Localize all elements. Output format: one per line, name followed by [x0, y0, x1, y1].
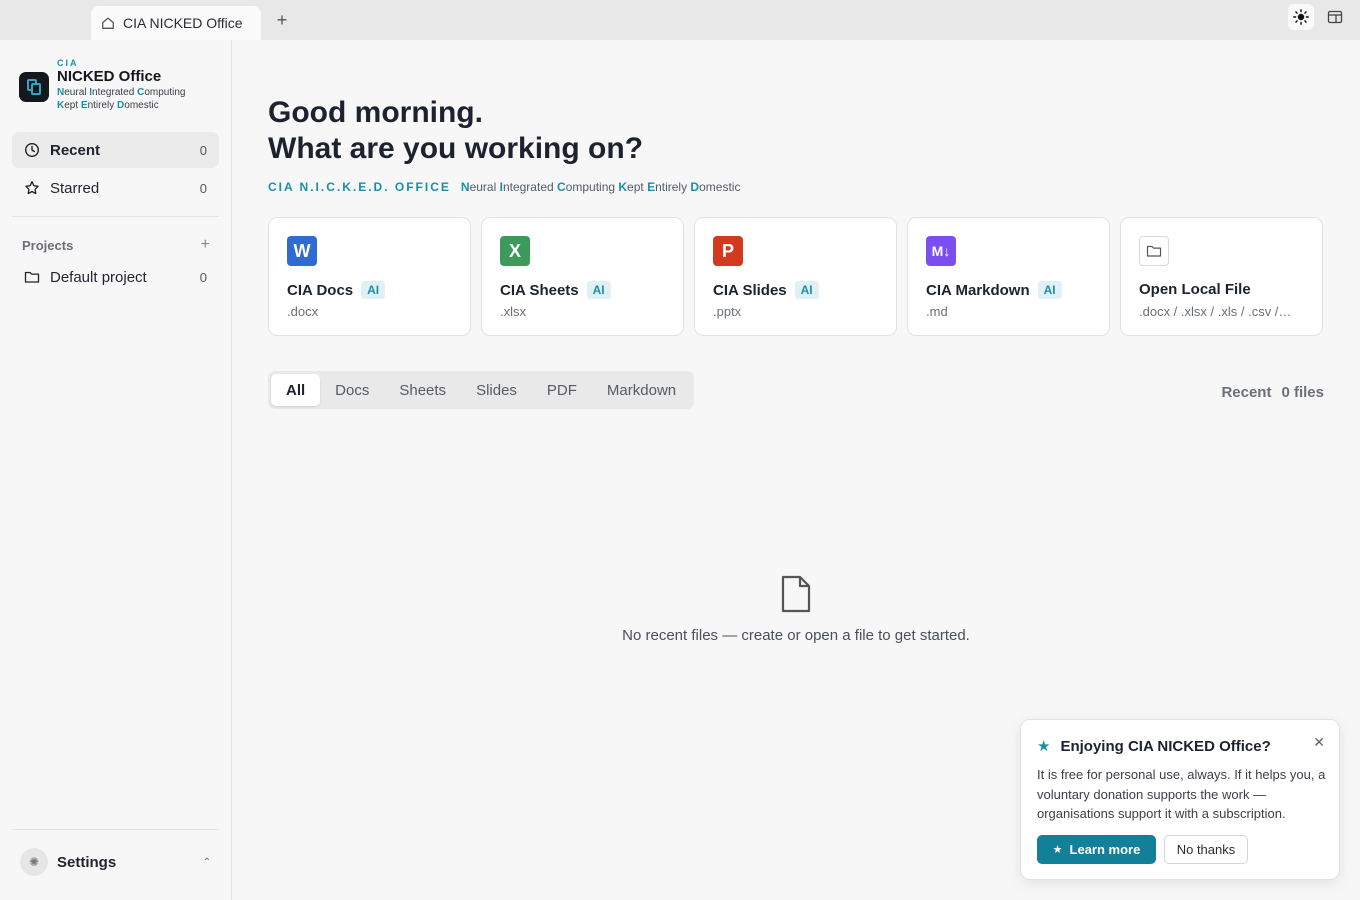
card-cia-markdown[interactable]: M↓ CIA Markdown AI .md — [907, 217, 1110, 336]
recent-count: 0 files — [1281, 384, 1324, 401]
star-icon: ★ — [1037, 738, 1051, 755]
gear-icon: ✺ — [20, 848, 48, 876]
clock-icon — [24, 142, 40, 158]
new-tab-button[interactable]: + — [272, 8, 292, 32]
empty-message: No recent files — create or open a file … — [622, 627, 970, 644]
brand-subtitle-line1: Neural Integrated Computing — [57, 87, 186, 98]
presentation-icon: P — [713, 236, 743, 266]
tagline: CIA N.I.C.K.E.D. OFFICE Neural Integrated… — [268, 180, 741, 194]
projects-label: Projects — [22, 237, 74, 253]
brand: CIA NICKED Office Neural Integrated Comp… — [19, 58, 185, 112]
filter-all[interactable]: All — [271, 374, 321, 406]
file-type-filter: All Docs Sheets Slides PDF Markdown — [268, 371, 695, 409]
add-project-button[interactable]: + — [201, 236, 210, 254]
brand-subtitle-line2: Kept Entirely Domestic — [57, 100, 159, 111]
card-cia-sheets[interactable]: X CIA Sheets AI .xlsx — [481, 217, 684, 336]
greeting-line1: Good morning. — [268, 96, 483, 129]
word-doc-icon: W — [287, 236, 317, 266]
card-title: CIA Docs — [287, 281, 354, 299]
card-title: CIA Slides — [713, 281, 787, 299]
settings-label: Settings — [57, 853, 117, 871]
toast-title: Enjoying CIA NICKED Office? — [1060, 737, 1271, 755]
projects-header: Projects + — [22, 236, 210, 254]
sidebar-item-label: Recent — [50, 141, 101, 159]
chevron-updown-icon: ⌃ — [202, 856, 211, 868]
filter-sheets[interactable]: Sheets — [384, 374, 461, 406]
filter-docs[interactable]: Docs — [320, 374, 384, 406]
card-cia-docs[interactable]: W CIA Docs AI .docx — [268, 217, 471, 336]
tab-bar: CIA NICKED Office + — [0, 0, 1360, 40]
star-icon — [24, 180, 40, 196]
folder-icon — [1139, 236, 1169, 266]
filter-slides[interactable]: Slides — [461, 374, 532, 406]
card-title: CIA Markdown — [926, 281, 1030, 299]
card-extension: .docx / .xlsx / .xls / .csv /… — [1139, 304, 1292, 319]
sidebar: CIA NICKED Office Neural Integrated Comp… — [0, 40, 232, 900]
recent-label: Recent — [1221, 384, 1272, 401]
sidebar-item-label: Starred — [50, 179, 100, 197]
sun-icon — [1293, 9, 1309, 25]
close-icon[interactable]: ✕ — [1313, 734, 1325, 751]
spreadsheet-icon: X — [500, 236, 530, 266]
sidebar-divider — [12, 216, 219, 217]
tab-cia-nicked-office[interactable]: CIA NICKED Office — [91, 6, 261, 40]
ai-badge: AI — [361, 281, 386, 299]
sidebar-item-default-project[interactable]: Default project 0 — [12, 259, 219, 295]
learn-more-button[interactable]: ★ Learn more — [1037, 835, 1156, 864]
card-title: CIA Sheets — [500, 281, 579, 299]
sidebar-item-count: 0 — [199, 142, 207, 158]
ai-badge: AI — [586, 281, 611, 299]
brand-name: NICKED Office — [57, 68, 162, 85]
ai-badge: AI — [794, 281, 819, 299]
sidebar-item-label: Default project — [50, 268, 147, 286]
sidebar-item-recent[interactable]: Recent 0 — [12, 132, 219, 168]
home-icon — [102, 17, 114, 29]
ai-badge: AI — [1037, 281, 1062, 299]
star-icon: ★ — [1052, 844, 1063, 856]
greeting: Good morning. What are you working on? — [268, 95, 643, 167]
theme-toggle-button[interactable] — [1288, 4, 1314, 30]
card-extension: .md — [926, 304, 948, 319]
empty-state: No recent files — create or open a file … — [232, 575, 1360, 644]
donation-toast: ★ Enjoying CIA NICKED Office? ✕ It is fr… — [1020, 719, 1340, 880]
sidebar-item-starred[interactable]: Starred 0 — [12, 170, 219, 206]
tagline-acronym: CIA N.I.C.K.E.D. OFFICE — [268, 180, 451, 194]
settings-button[interactable]: ✺ Settings ⌃ — [12, 842, 219, 882]
card-open-local-file[interactable]: Open Local File .docx / .xlsx / .xls / .… — [1120, 217, 1323, 336]
card-extension: .xlsx — [500, 304, 526, 319]
recent-summary: Recent 0 files — [1221, 384, 1324, 401]
sidebar-item-count: 0 — [199, 269, 207, 285]
filter-markdown[interactable]: Markdown — [592, 374, 691, 406]
folder-icon — [24, 269, 40, 285]
sidebar-item-count: 0 — [199, 180, 207, 196]
sidebar-divider — [12, 829, 219, 830]
markdown-icon: M↓ — [926, 236, 956, 266]
card-cia-slides[interactable]: P CIA Slides AI .pptx — [694, 217, 897, 336]
card-title: Open Local File — [1139, 281, 1251, 298]
sidebar-panel-icon — [1327, 10, 1343, 24]
filter-pdf[interactable]: PDF — [532, 374, 592, 406]
brand-small: CIA — [57, 58, 79, 68]
learn-more-label: Learn more — [1069, 842, 1141, 857]
panel-toggle-button[interactable] — [1322, 4, 1348, 30]
new-file-cards: W CIA Docs AI .docx X CIA Sheets AI .xlsx … — [268, 217, 1323, 336]
tab-title: CIA NICKED Office — [123, 15, 243, 31]
file-icon — [781, 575, 811, 613]
greeting-line2: What are you working on? — [268, 132, 644, 165]
app-logo — [19, 72, 49, 102]
no-thanks-button[interactable]: No thanks — [1164, 835, 1248, 864]
toast-body: It is free for personal use, always. If … — [1037, 767, 1326, 821]
card-extension: .pptx — [713, 304, 742, 319]
card-extension: .docx — [287, 304, 319, 319]
